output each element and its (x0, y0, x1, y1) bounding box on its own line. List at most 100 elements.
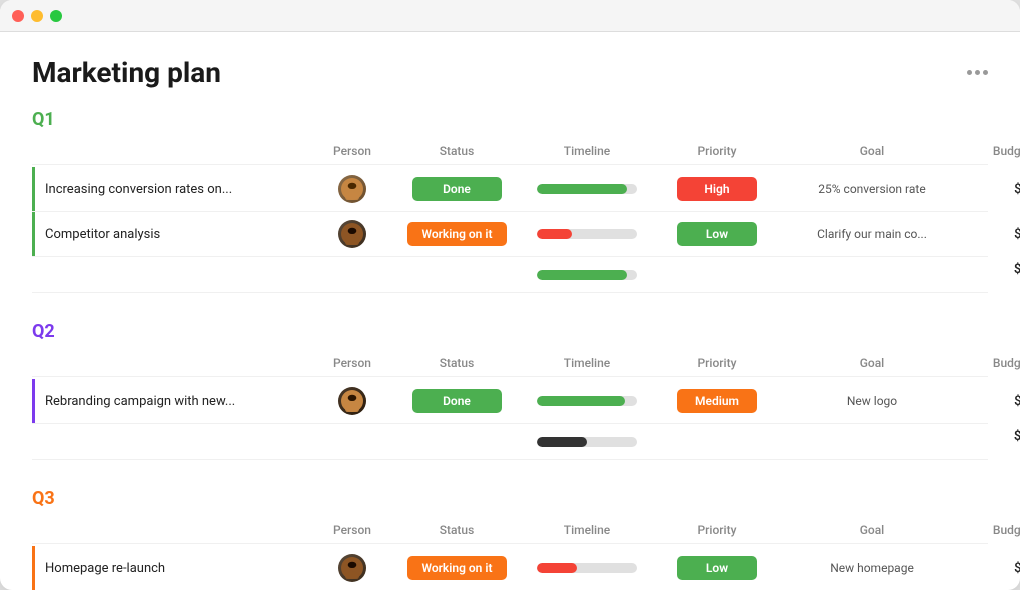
task-name-cell: Competitor analysis (32, 212, 312, 256)
task-left-border (32, 212, 35, 256)
col-header-priority: Priority (652, 356, 782, 370)
col-header-budget: Budget (962, 356, 1020, 370)
task-name-cell: Rebranding campaign with new... (32, 379, 312, 423)
status-badge: Working on it (407, 556, 506, 580)
col-header-timeline: Timeline (522, 144, 652, 158)
priority-badge: Medium (677, 389, 757, 413)
priority-cell[interactable]: Low (652, 556, 782, 580)
col-header-person: Person (312, 356, 392, 370)
timeline-fill (537, 184, 627, 194)
sum-timeline-bar (537, 437, 637, 447)
col-header-0 (32, 523, 312, 537)
status-badge: Working on it (407, 222, 506, 246)
avatar (338, 175, 366, 203)
q3-label: Q3 (32, 488, 55, 509)
goal-cell: 25% conversion rate (782, 182, 962, 196)
priority-cell[interactable]: Low (652, 222, 782, 246)
sum-timeline-cell (522, 437, 652, 447)
q2-label: Q2 (32, 321, 55, 342)
page-header: Marketing plan (32, 56, 988, 89)
q3-header: Q3 (32, 488, 988, 509)
timeline-fill (537, 229, 572, 239)
timeline-fill (537, 396, 625, 406)
sum-timeline-fill (537, 270, 627, 280)
sum-row: $3,000sum (32, 424, 988, 460)
status-cell[interactable]: Working on it (392, 556, 522, 580)
task-name: Competitor analysis (45, 227, 160, 242)
col-header-timeline: Timeline (522, 523, 652, 537)
task-name: Homepage re-launch (45, 561, 165, 576)
avatar (338, 220, 366, 248)
q1-label: Q1 (32, 109, 55, 130)
col-header-0 (32, 356, 312, 370)
content-area: Marketing plan Q1PersonStatusTimelinePri… (0, 32, 1020, 590)
table-row: Rebranding campaign with new... Done Medi… (32, 379, 988, 424)
budget-cell: $4,550 (962, 561, 1020, 576)
col-header-budget: Budget (962, 523, 1020, 537)
timeline-cell (522, 184, 652, 194)
person-cell (312, 387, 392, 415)
timeline-bar (537, 396, 637, 406)
task-left-border (32, 379, 35, 423)
person-cell (312, 220, 392, 248)
sum-timeline-bar (537, 270, 637, 280)
col-header-status: Status (392, 523, 522, 537)
section-q2: Q2 PersonStatusTimelinePriorityGoalBudget… (32, 321, 988, 460)
timeline-cell (522, 396, 652, 406)
sum-label: sum (962, 444, 1020, 455)
more-button[interactable] (967, 70, 988, 75)
q2-col-headers: PersonStatusTimelinePriorityGoalBudget (32, 352, 988, 377)
task-name: Rebranding campaign with new... (45, 394, 235, 409)
task-left-border (32, 546, 35, 590)
page-title: Marketing plan (32, 56, 221, 89)
timeline-bar (537, 184, 637, 194)
status-badge: Done (412, 177, 502, 201)
close-dot[interactable] (12, 10, 24, 22)
person-cell (312, 175, 392, 203)
goal-cell: Clarify our main co... (782, 227, 962, 241)
minimize-dot[interactable] (31, 10, 43, 22)
status-cell[interactable]: Done (392, 389, 522, 413)
sum-amount: $3,000 (962, 429, 1020, 444)
task-name: Increasing conversion rates on... (45, 182, 232, 197)
col-header-status: Status (392, 144, 522, 158)
avatar (338, 554, 366, 582)
col-header-budget: Budget (962, 144, 1020, 158)
col-header-timeline: Timeline (522, 356, 652, 370)
task-name-cell: Increasing conversion rates on... (32, 167, 312, 211)
col-header-status: Status (392, 356, 522, 370)
goal-cell: New homepage (782, 561, 962, 575)
sum-timeline-fill (537, 437, 587, 447)
budget-cell: $1,200 (962, 227, 1020, 242)
section-q1: Q1PersonStatusTimelinePriorityGoalBudget… (32, 109, 988, 293)
section-q3: Q3 PersonStatusTimelinePriorityGoalBudget… (32, 488, 988, 590)
status-cell[interactable]: Done (392, 177, 522, 201)
maximize-dot[interactable] (50, 10, 62, 22)
table-row: Homepage re-launch Working on it Low New h… (32, 546, 988, 590)
titlebar (0, 0, 1020, 32)
q3-col-headers: PersonStatusTimelinePriorityGoalBudget (32, 519, 988, 544)
priority-badge: High (677, 177, 757, 201)
task-name-cell: Homepage re-launch (32, 546, 312, 590)
q2-header: Q2 (32, 321, 988, 342)
status-cell[interactable]: Working on it (392, 222, 522, 246)
timeline-bar (537, 229, 637, 239)
col-header-person: Person (312, 144, 392, 158)
priority-cell[interactable]: High (652, 177, 782, 201)
person-cell (312, 554, 392, 582)
priority-cell[interactable]: Medium (652, 389, 782, 413)
col-header-priority: Priority (652, 523, 782, 537)
sum-budget-cell: $3,000sum (962, 429, 1020, 455)
sum-budget-cell: $6,200sum (962, 262, 1020, 288)
sum-label: sum (962, 277, 1020, 288)
col-header-person: Person (312, 523, 392, 537)
priority-badge: Low (677, 556, 757, 580)
col-header-goal: Goal (782, 356, 962, 370)
q1-header: Q1 (32, 109, 988, 130)
col-header-0 (32, 144, 312, 158)
table-row: Competitor analysis Working on it Low Clar… (32, 212, 988, 257)
budget-cell: $3,000 (962, 394, 1020, 409)
priority-badge: Low (677, 222, 757, 246)
avatar (338, 387, 366, 415)
task-left-border (32, 167, 35, 211)
